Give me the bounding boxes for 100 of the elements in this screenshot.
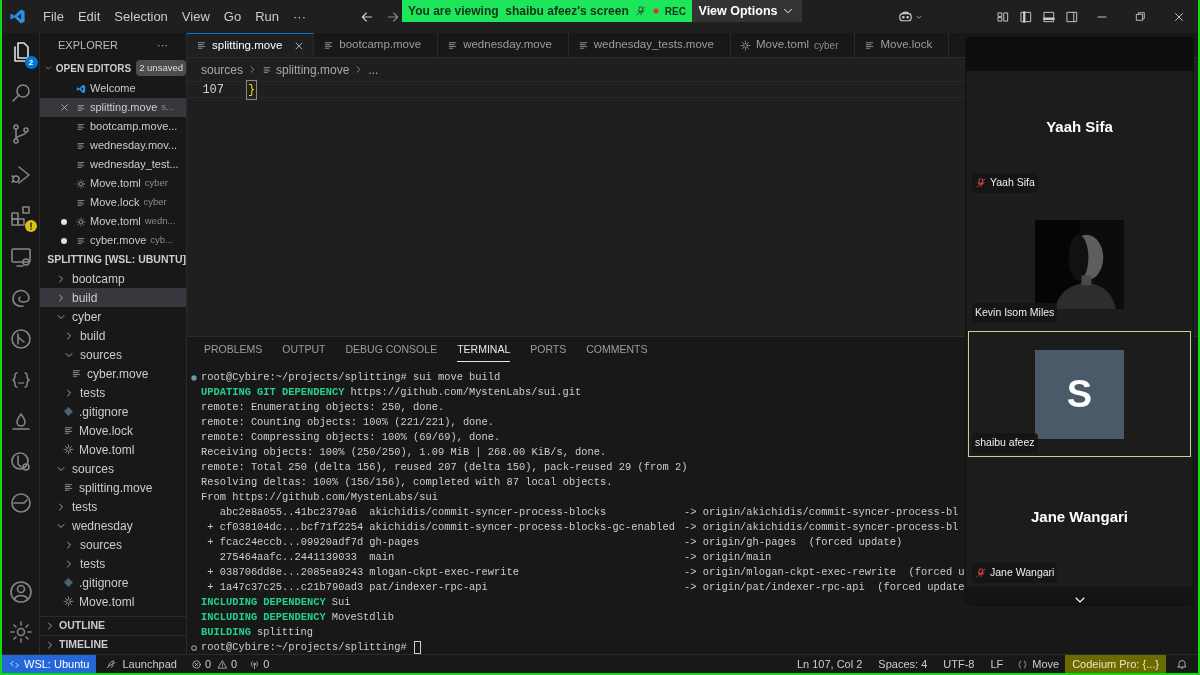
panel-tab[interactable]: OUTPUT	[282, 338, 326, 362]
lines-icon	[577, 39, 589, 51]
breadcrumb-item[interactable]: splitting.move	[276, 60, 350, 79]
branch-circle-icon[interactable]	[8, 327, 33, 351]
open-editor-item[interactable]: splitting.move s...	[40, 98, 186, 117]
warning-count: 0	[231, 656, 238, 672]
problems-indicator[interactable]: 0 0	[183, 655, 245, 673]
editor-tab[interactable]: splitting.move	[187, 33, 315, 57]
breadcrumb-item[interactable]: ...	[368, 60, 379, 79]
menu-item[interactable]: ···	[286, 3, 313, 30]
tree-item[interactable]: cyber	[40, 307, 186, 326]
monitor-icon[interactable]	[8, 245, 33, 269]
language-indicator[interactable]: Move	[1011, 655, 1066, 673]
open-editor-item[interactable]: Move.toml wedn...	[40, 212, 186, 231]
tree-item[interactable]: sources	[40, 459, 186, 478]
menu-item[interactable]: Run	[248, 3, 286, 30]
section-header[interactable]: SPLITTING [WSL: UBUNTU]	[47, 251, 186, 268]
tree-item[interactable]: bootcamp	[40, 269, 186, 288]
terminal-line: -> origin/gh-pages (forced update)	[684, 535, 903, 550]
video-tile[interactable]: S shaibu afeez	[968, 331, 1191, 457]
editor-tab[interactable]: bootcamp.move	[314, 33, 439, 57]
ports-indicator[interactable]: 0	[244, 655, 275, 673]
menu-item[interactable]: Edit	[70, 3, 108, 30]
panel-tab[interactable]: TERMINAL	[457, 337, 511, 363]
open-editor-item[interactable]: Welcome	[40, 79, 186, 98]
open-editor-item[interactable]: wednesday_test...	[40, 155, 186, 174]
section-header[interactable]: TIMELINE	[59, 637, 108, 653]
section-header[interactable]: OUTLINE	[59, 618, 106, 634]
tree-item[interactable]: sources	[40, 345, 186, 364]
tree-item[interactable]: splitting.move	[40, 478, 186, 497]
tree-item[interactable]: build	[40, 326, 186, 345]
menu-item[interactable]: View	[174, 3, 217, 30]
sidebar-toggle-icon[interactable]	[1019, 9, 1033, 24]
secondary-sidebar-icon[interactable]	[1065, 9, 1079, 24]
tree-item[interactable]: .gitignore	[40, 402, 186, 421]
lines-icon	[262, 64, 273, 75]
open-editor-item[interactable]: bootcamp.move...	[40, 117, 186, 136]
terminal-line: + 038706dd8e...2085ea9243 mlogan-ckpt-exec-rewrite	[206, 565, 520, 580]
tree-item[interactable]: sources	[40, 535, 186, 554]
editor-tab[interactable]: Move.lock	[855, 33, 950, 57]
circle-icon[interactable]	[8, 491, 33, 515]
menu-item[interactable]: Selection	[107, 3, 175, 30]
status-item[interactable]: LF	[982, 655, 1012, 673]
restore-icon[interactable]	[1134, 10, 1147, 23]
sidebar-title: EXPLORER	[58, 37, 118, 53]
more-button[interactable]: ···	[157, 36, 168, 54]
blocks-icon[interactable]	[8, 204, 33, 228]
bell-icon[interactable]	[1176, 658, 1188, 670]
menu-item[interactable]: Go	[216, 3, 249, 30]
panel-tab[interactable]: PORTS	[530, 338, 567, 362]
status-item[interactable]: Ln 107, Col 2	[788, 655, 871, 673]
open-editor-item[interactable]: cyber.move cyb...	[40, 231, 186, 250]
tree-item[interactable]: tests	[40, 554, 186, 573]
antenna-icon	[249, 658, 261, 670]
warning-icon	[217, 658, 228, 670]
video-tile[interactable]: Yaah Sifa Yaah Sifa	[968, 71, 1191, 197]
tree-item[interactable]: Move.toml	[40, 440, 186, 459]
close-icon[interactable]	[58, 102, 70, 113]
tree-item[interactable]: tests	[40, 497, 186, 516]
panel-tab[interactable]: PROBLEMS	[204, 338, 263, 362]
menu-item[interactable]: File	[36, 3, 71, 30]
lines-icon	[63, 482, 74, 493]
video-tile[interactable]: Kevin Isom Miles	[968, 201, 1191, 327]
status-item[interactable]: Codeium Pro: {...}	[1065, 655, 1166, 673]
terminal-line: Resolving deltas: 100% (156/156), completed with 87 local objects.	[201, 475, 613, 490]
open-editor-item[interactable]: Move.toml cyber	[40, 174, 186, 193]
tree-item[interactable]: build	[40, 288, 186, 307]
unsaved-dot-icon	[60, 236, 68, 245]
gauge-icon[interactable]	[8, 450, 33, 474]
tree-item[interactable]: wednesday	[40, 516, 186, 535]
diamond-icon	[63, 406, 74, 417]
tree-item[interactable]: .gitignore	[40, 573, 186, 592]
breadcrumb-item[interactable]: sources	[201, 60, 244, 79]
section-header[interactable]: OPEN EDITORS	[55, 60, 132, 76]
tree-item[interactable]: tests	[40, 383, 186, 402]
tree-item[interactable]: Move.toml	[40, 592, 186, 611]
status-item[interactable]: Launchpad	[96, 655, 184, 673]
status-item[interactable]: UTF-8	[935, 655, 983, 673]
terminal-line: abc2e8a055..41bc2379a6 akichidis/commit-syncer-process-blocks	[218, 505, 608, 520]
status-item[interactable]: Spaces: 4	[870, 655, 936, 673]
editor-tab[interactable]: wednesday_tests.move	[568, 33, 731, 57]
terminal-line: -> origin/akichidis/commit-syncer-process-bl	[684, 505, 959, 520]
tree-item[interactable]: Move.lock	[40, 421, 186, 440]
lines-icon	[76, 159, 86, 170]
remote-indicator[interactable]: WSL: Ubuntu	[2, 655, 97, 673]
editor-tab[interactable]: wednesday.move	[438, 33, 569, 57]
video-tile[interactable]: Jane Wangari Jane Wangari	[968, 461, 1191, 587]
lines-icon	[196, 40, 207, 51]
panel-tab[interactable]: DEBUG CONSOLE	[345, 338, 438, 362]
panel-tab[interactable]: COMMENTS	[586, 338, 648, 362]
account-icon[interactable]	[8, 580, 33, 604]
open-editor-item[interactable]: Move.lock cyber	[40, 193, 186, 212]
play-bug-icon[interactable]	[8, 163, 33, 187]
editor-tab[interactable]: Move.toml cyber	[731, 33, 856, 57]
view-options-button[interactable]: View Options	[692, 0, 802, 22]
tree-item[interactable]: cyber.move	[40, 364, 186, 383]
panel-toggle-icon[interactable]	[1042, 9, 1056, 24]
layout-icon[interactable]	[996, 9, 1010, 24]
avatar: S	[1035, 349, 1124, 439]
open-editor-item[interactable]: wednesday.mov...	[40, 136, 186, 155]
